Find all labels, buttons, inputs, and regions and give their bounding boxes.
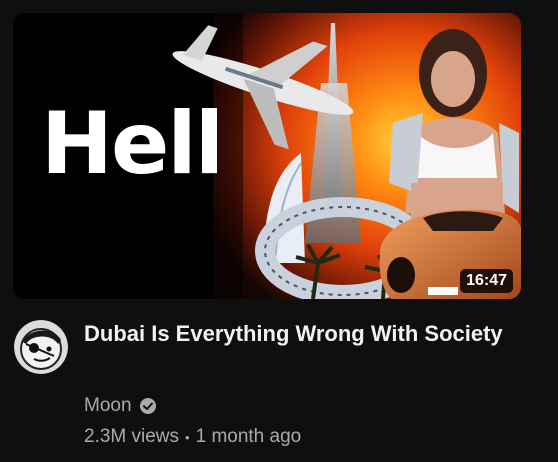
thumbnail-headline: Hell [41, 94, 224, 194]
video-title[interactable]: Dubai Is Everything Wrong With Society [84, 318, 524, 349]
channel-name[interactable]: Moon [84, 395, 132, 417]
view-count: 2.3M views [84, 426, 180, 447]
upload-age: 1 month ago [195, 426, 302, 447]
meta-separator: • [185, 429, 190, 445]
duration-badge: 16:47 [460, 269, 513, 293]
channel-link[interactable]: Moon [84, 393, 157, 419]
video-card: Hell 16:47 Dubai Is Everything Wrong Wit… [0, 0, 558, 462]
channel-avatar[interactable] [14, 320, 68, 374]
check-circle-icon [139, 398, 156, 414]
video-thumbnail[interactable]: Hell 16:47 [13, 13, 521, 299]
video-stats: 2.3M views • 1 month ago [84, 424, 301, 450]
moon-avatar-icon [14, 320, 68, 374]
